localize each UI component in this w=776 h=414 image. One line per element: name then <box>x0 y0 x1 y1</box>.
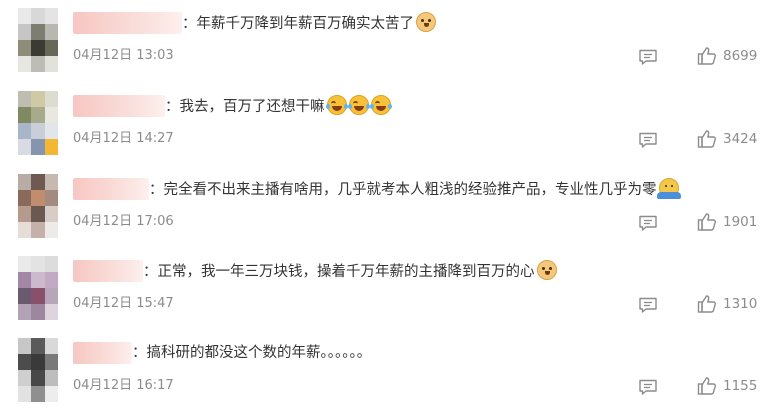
shrug-emoji-icon <box>656 178 681 199</box>
avatar[interactable] <box>18 174 58 238</box>
like-button[interactable]: 1155 <box>697 375 757 397</box>
username-redacted[interactable] <box>73 12 182 34</box>
username-redacted[interactable] <box>73 260 143 282</box>
avatar[interactable] <box>18 256 58 320</box>
comment-bubble-icon <box>639 379 657 395</box>
reply-button[interactable] <box>638 131 658 149</box>
comment-timestamp: 04月12日 16:17 <box>73 378 174 393</box>
reply-button[interactable] <box>638 48 658 66</box>
comment-text-content: ：搞科研的都没这个数的年薪。。。。。。 <box>132 345 372 361</box>
username-redacted[interactable] <box>73 95 165 117</box>
like-count: 8699 <box>723 48 758 64</box>
thumbs-up-icon <box>697 213 716 231</box>
comment-text: ：年薪千万降到年薪百万确实太苦了 <box>182 12 436 35</box>
comment-text: ：正常，我一年三万块钱，操着千万年薪的主播降到百万的心 <box>143 260 557 283</box>
comment-text: ：完全看不出来主播有啥用，几乎就考本人粗浅的经验推产品，专业性几乎为零 <box>149 178 681 201</box>
comment-timestamp: 04月12日 17:06 <box>73 214 174 229</box>
like-button[interactable]: 8699 <box>697 45 757 67</box>
like-button[interactable]: 1901 <box>697 211 757 233</box>
comment-text-content: ：正常，我一年三万块钱，操着千万年薪的主播降到百万的心 <box>143 264 535 280</box>
laugh-emoji-icon <box>325 95 348 115</box>
username-redacted[interactable] <box>73 178 149 200</box>
comment-item: ：完全看不出来主播有啥用，几乎就考本人粗浅的经验推产品，专业性几乎为零 04月12… <box>0 166 776 248</box>
thumbs-up-icon <box>697 130 716 148</box>
comment-text: ：我去，百万了还想干嘛 <box>165 95 392 118</box>
reply-button[interactable] <box>638 214 658 232</box>
comment-text-content: ：完全看不出来主播有啥用，几乎就考本人粗浅的经验推产品，专业性几乎为零 <box>149 182 657 198</box>
comment-list: ：年薪千万降到年薪百万确实太苦了 04月12日 13:03 8699 ：我去，百万了还… <box>0 0 776 414</box>
like-button[interactable]: 1310 <box>697 293 757 315</box>
comment-timestamp: 04月12日 13:03 <box>73 48 174 63</box>
comment-text-content: ：我去，百万了还想干嘛 <box>165 99 325 115</box>
thumbs-up-icon <box>697 295 716 313</box>
like-count: 1155 <box>723 378 758 394</box>
comment-bubble-icon <box>639 297 657 313</box>
comment-timestamp: 04月12日 14:27 <box>73 131 174 146</box>
doge-emoji-icon <box>536 260 557 280</box>
like-count: 1901 <box>723 214 758 230</box>
like-count: 3424 <box>723 131 758 147</box>
comment-item: ：搞科研的都没这个数的年薪。。。。。。 04月12日 16:17 1155 <box>0 330 776 412</box>
reply-button[interactable] <box>638 296 658 314</box>
avatar[interactable] <box>18 8 58 72</box>
laugh-emoji-icon <box>369 95 392 115</box>
doge-emoji-icon <box>416 12 436 32</box>
comment-bubble-icon <box>639 215 657 231</box>
comment-bubble-icon <box>639 132 657 148</box>
comment-item: ：年薪千万降到年薪百万确实太苦了 04月12日 13:03 8699 <box>0 0 776 82</box>
like-button[interactable]: 3424 <box>697 128 757 150</box>
like-count: 1310 <box>723 296 758 312</box>
reply-button[interactable] <box>638 378 658 396</box>
comment-item: ：正常，我一年三万块钱，操着千万年薪的主播降到百万的心 04月12日 15:47 1… <box>0 248 776 330</box>
thumbs-up-icon <box>697 47 716 65</box>
avatar[interactable] <box>18 338 58 402</box>
comment-timestamp: 04月12日 15:47 <box>73 296 174 311</box>
comment-text: ：搞科研的都没这个数的年薪。。。。。。 <box>132 342 371 364</box>
username-redacted[interactable] <box>73 342 132 364</box>
comment-item: ：我去，百万了还想干嘛 04月12日 14:27 3424 <box>0 83 776 165</box>
laugh-emoji-icon <box>347 95 370 115</box>
comment-text-content: ：年薪千万降到年薪百万确实太苦了 <box>182 16 414 32</box>
avatar[interactable] <box>18 91 58 155</box>
thumbs-up-icon <box>697 377 716 395</box>
comment-bubble-icon <box>639 49 657 65</box>
